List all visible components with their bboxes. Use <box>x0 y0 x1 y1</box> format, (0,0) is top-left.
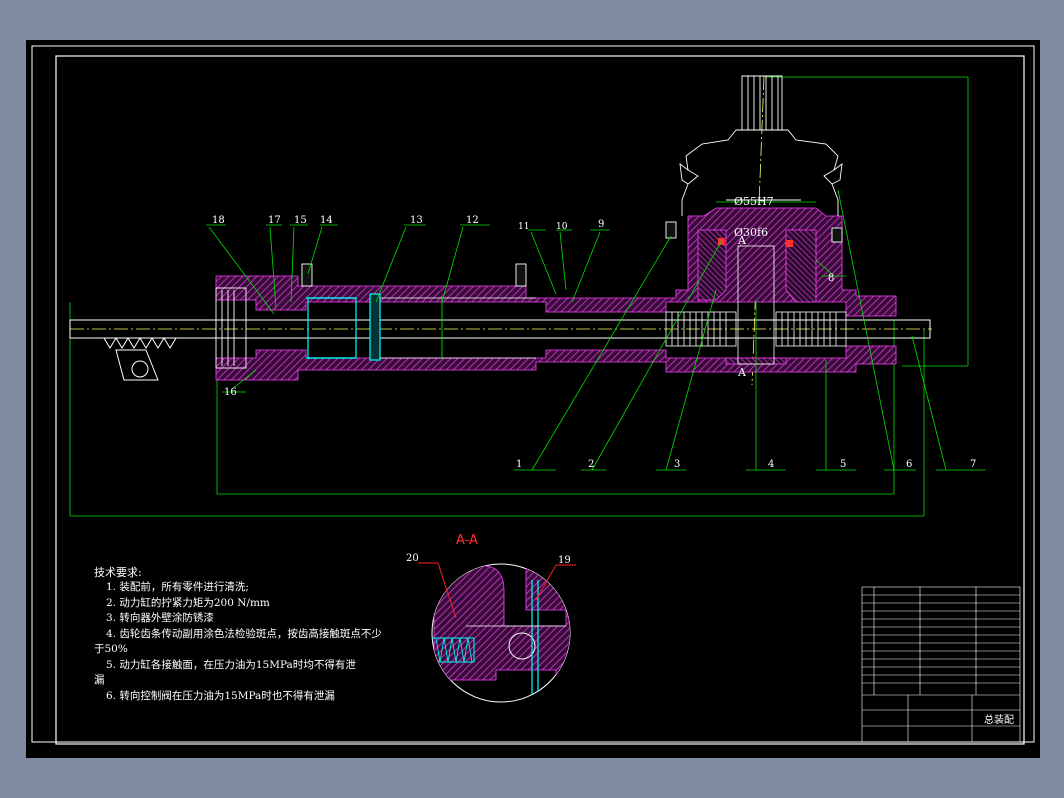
tech-requirements-title: 技术要求: <box>94 566 142 579</box>
part-number: 16 <box>224 387 237 398</box>
tech-requirement-item: 4. 齿轮齿条传动副用涂色法检验斑点，按齿高接触斑点不少 <box>106 627 382 640</box>
part-number: 3 <box>674 459 681 470</box>
part-number: 7 <box>970 459 977 470</box>
part-number: 18 <box>212 215 225 226</box>
piston <box>306 293 536 361</box>
tech-requirement-item: 2. 动力缸的拧紧力矩为200 N/mm <box>106 596 270 609</box>
drawing-sheet: Ø55H7 Ø30f6 A A 18 17 15 14 13 12 11 10 … <box>26 40 1040 758</box>
part-number: 11 <box>518 222 530 232</box>
section-mark-bottom: A <box>738 366 746 379</box>
part-number: 17 <box>268 215 281 226</box>
part-number: 5 <box>840 459 847 470</box>
part-number: 6 <box>906 459 913 470</box>
tech-requirement-item: 1. 装配前，所有零件进行清洗; <box>106 581 249 593</box>
part-number: 19 <box>558 555 571 566</box>
part-number: 14 <box>320 215 333 226</box>
leader-lines <box>206 189 986 471</box>
part-number: 4 <box>768 459 775 470</box>
tech-requirements: 技术要求: 1. 装配前，所有零件进行清洗; 2. 动力缸的拧紧力矩为200 N… <box>94 566 382 704</box>
part-number: 1 <box>516 459 523 470</box>
part-number: 9 <box>598 219 605 230</box>
part-number: 10 <box>556 222 568 232</box>
section-mark-top: A <box>738 234 746 247</box>
part-number: 12 <box>466 215 479 226</box>
part-number: 20 <box>406 553 419 564</box>
part-number: 13 <box>410 215 423 226</box>
section-detail <box>418 562 576 703</box>
part-number: 15 <box>294 215 307 226</box>
red-marker <box>786 240 793 247</box>
tech-requirement-item: 3. 转向器外壁涂防锈漆 <box>106 612 214 624</box>
part-number: 8 <box>828 273 835 284</box>
dimension-d55h7: Ø55H7 <box>734 195 774 208</box>
drawing-name: 总装配 <box>984 715 1014 726</box>
part-number: 2 <box>588 459 595 470</box>
section-label: A-A <box>456 533 478 548</box>
tech-requirement-item: 于50% <box>94 643 128 655</box>
tech-requirement-item: 6. 转向控制阀在压力油为15MPa时也不得有泄漏 <box>106 689 335 702</box>
tech-requirement-item: 5. 动力缸各接触面，在压力油为15MPa时均不得有泄 <box>106 658 356 671</box>
tech-requirement-item: 漏 <box>94 674 105 686</box>
